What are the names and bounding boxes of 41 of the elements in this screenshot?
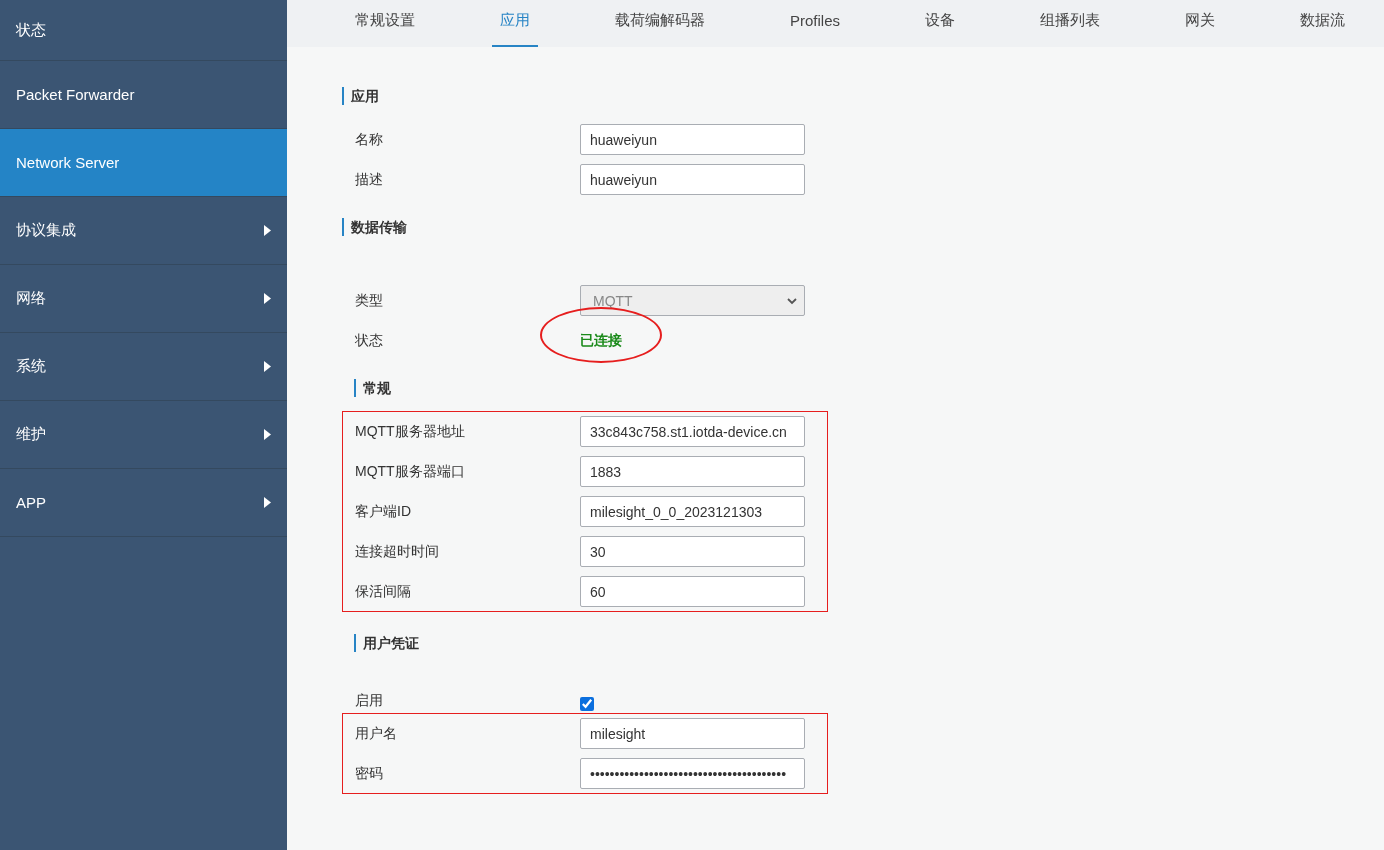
section-heading: 数据传输 [342, 218, 828, 236]
input-field[interactable]: huaweiyun [580, 164, 805, 195]
field-label: 用户名 [354, 724, 398, 743]
field-label: 启用 [354, 691, 384, 710]
field-label: 状态 [354, 331, 384, 350]
field-label: 连接超时时间 [354, 542, 440, 561]
input-field[interactable]: milesight_0_0_2023121303 [580, 496, 805, 527]
tab[interactable]: 应用 [492, 0, 538, 47]
caret-right-icon [264, 361, 271, 372]
sidebar-item[interactable]: Network Server [0, 129, 287, 197]
section-heading: 常规 [354, 379, 828, 397]
tab[interactable]: 网关 [1177, 0, 1224, 47]
tab[interactable]: 组播列表 [1032, 0, 1109, 47]
input-field[interactable]: •••••••••••••••••••••••••••••••••••••••• [580, 758, 805, 789]
tab[interactable]: Profiles [782, 0, 849, 47]
caret-right-icon [264, 225, 271, 236]
input-field[interactable]: 1883 [580, 456, 805, 487]
input-field[interactable]: huaweiyun [580, 124, 805, 155]
field-label: 保活间隔 [354, 582, 412, 601]
field-label: 描述 [354, 170, 384, 189]
caret-right-icon [264, 497, 271, 508]
status-text: 已连接 [580, 331, 622, 348]
caret-right-icon [264, 429, 271, 440]
caret-right-icon [264, 293, 271, 304]
field-label: 客户端ID [354, 502, 412, 521]
section-heading: 用户凭证 [354, 634, 828, 652]
input-field[interactable]: 33c843c758.st1.iotda-device.cn [580, 416, 805, 447]
tab[interactable]: 常规设置 [347, 0, 423, 47]
input-field[interactable]: 30 [580, 536, 805, 567]
enable-checkbox[interactable] [580, 696, 594, 711]
field-label: MQTT服务器地址 [354, 422, 466, 441]
section-heading: 应用 [342, 87, 828, 105]
field-label: MQTT服务器端口 [354, 462, 466, 481]
tab[interactable]: 数据流 [1292, 0, 1354, 47]
field-label: 类型 [354, 291, 384, 310]
field-label: 名称 [354, 130, 384, 149]
input-field[interactable]: 60 [580, 576, 805, 607]
tab[interactable]: 设备 [917, 0, 964, 47]
tab[interactable]: 载荷编解码器 [607, 0, 713, 47]
input-field[interactable]: milesight [580, 718, 805, 749]
field-label: 密码 [354, 764, 384, 783]
